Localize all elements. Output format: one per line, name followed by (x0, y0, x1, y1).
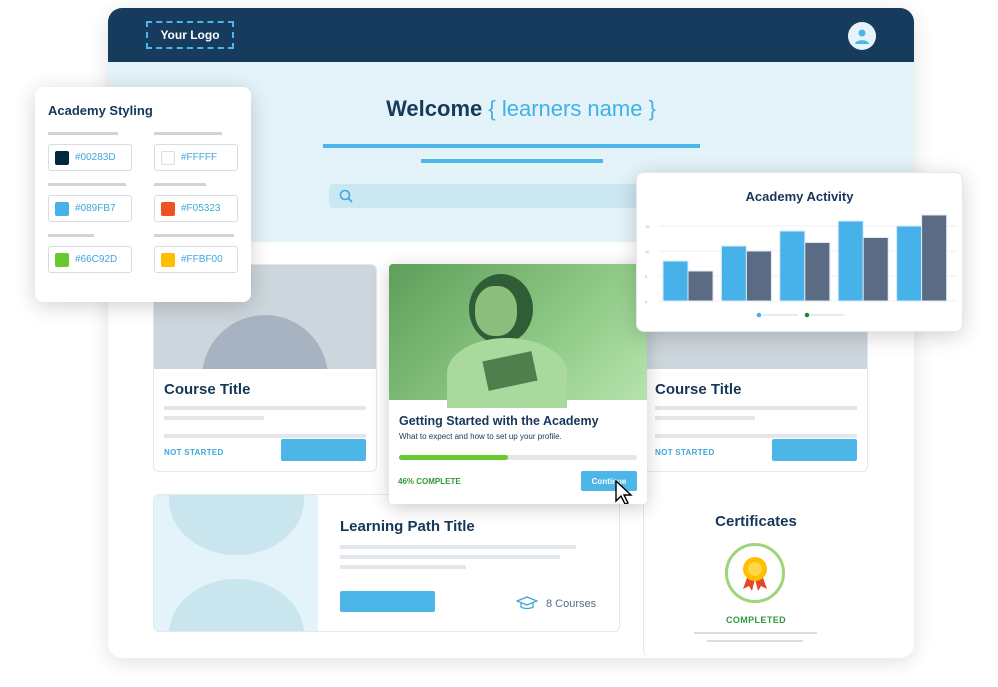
course-title: Course Title (655, 381, 742, 398)
swatch-label-line (48, 132, 118, 135)
color-hex: #FFFFF (181, 152, 218, 163)
y-tick-label: 5 (645, 274, 648, 279)
user-icon[interactable] (848, 22, 876, 50)
color-chip[interactable]: #089FB7 (48, 195, 132, 222)
bar (720, 245, 747, 302)
swatch-label-line (154, 183, 206, 186)
bar (687, 270, 714, 302)
featured-subtitle: What to expect and how to set up your pr… (399, 432, 562, 441)
chart-title: Academy Activity (745, 189, 854, 204)
learner-name: { learners name } (488, 96, 656, 121)
certificate-status: COMPLETED (725, 615, 787, 625)
color-swatch[interactable]: #089FB7 (48, 183, 132, 222)
color-hex: #F05323 (181, 203, 221, 214)
learning-path-title: Learning Path Title (340, 518, 475, 535)
top-bar: Your Logo (108, 8, 914, 62)
color-sample (161, 150, 175, 165)
swatch-label-line (154, 132, 222, 135)
swatch-label-line (48, 234, 94, 237)
color-chip[interactable]: #F05323 (154, 195, 238, 222)
swatch-label-line (48, 183, 126, 186)
legend-marker (756, 312, 762, 318)
bar (745, 250, 772, 302)
bar (837, 220, 864, 302)
bar (921, 214, 948, 302)
course-title: Course Title (164, 381, 251, 398)
course-photo (389, 264, 647, 408)
award-ribbon-icon (725, 543, 785, 603)
course-button[interactable] (281, 439, 366, 461)
bar (804, 242, 831, 302)
color-swatch[interactable]: #F05323 (154, 183, 238, 222)
bar (662, 260, 689, 302)
bar (896, 225, 923, 302)
bar (779, 230, 806, 302)
color-sample (55, 150, 69, 165)
swatch-label-line (154, 234, 234, 237)
certificates-title: Certificates (715, 513, 797, 530)
color-chip[interactable]: #66C92D (48, 246, 132, 273)
search-input[interactable] (329, 184, 659, 208)
learning-path-button[interactable] (340, 591, 435, 612)
course-button[interactable] (772, 439, 857, 461)
certificates-card[interactable]: Certificates COMPLETED (643, 496, 868, 656)
color-sample (161, 252, 175, 267)
color-hex: #00283D (75, 152, 116, 163)
legend-marker (804, 312, 810, 318)
divider (421, 159, 603, 163)
color-chip[interactable]: #FFBF00 (154, 246, 238, 273)
graduation-cap-icon (516, 596, 538, 610)
course-status: NOT STARTED (164, 448, 224, 457)
progress-bar (399, 455, 637, 460)
progress-label: 46% COMPLETE (398, 477, 461, 486)
y-tick-label: 0 (645, 299, 648, 304)
color-chip[interactable]: #00283D (48, 144, 132, 171)
featured-course-card[interactable]: Getting Started with the Academy What to… (389, 264, 647, 504)
academy-activity-chart: Academy Activity 0 5 10 15 (636, 172, 963, 332)
color-swatch[interactable]: #00283D (48, 132, 132, 171)
welcome-text: Welcome (386, 96, 483, 121)
course-status: NOT STARTED (655, 448, 715, 457)
color-hex: #089FB7 (75, 203, 116, 214)
color-hex: #FFBF00 (181, 254, 223, 265)
learning-path-card[interactable]: Learning Path Title 8 Courses (153, 494, 620, 632)
featured-title: Getting Started with the Academy (399, 414, 599, 428)
course-count: 8 Courses (546, 598, 597, 610)
y-tick-label: 10 (645, 249, 650, 254)
styling-title: Academy Styling (48, 103, 153, 118)
logo[interactable]: Your Logo (146, 21, 234, 49)
academy-styling-panel: Academy Styling #00283D #FFFFF #089FB7 #F05… (35, 87, 251, 302)
cursor-icon (615, 480, 633, 504)
chart-plot: 0 5 10 15 (645, 214, 957, 318)
color-sample (55, 201, 69, 216)
color-hex: #66C92D (75, 254, 118, 265)
search-icon (339, 189, 353, 203)
color-sample (55, 252, 69, 267)
color-sample (161, 201, 175, 216)
divider (323, 144, 700, 148)
color-swatch[interactable]: #FFBF00 (154, 234, 238, 273)
color-chip[interactable]: #FFFFF (154, 144, 238, 171)
color-swatch[interactable]: #66C92D (48, 234, 132, 273)
y-tick-label: 15 (645, 224, 650, 229)
color-swatch[interactable]: #FFFFF (154, 132, 238, 171)
bar (862, 237, 889, 302)
